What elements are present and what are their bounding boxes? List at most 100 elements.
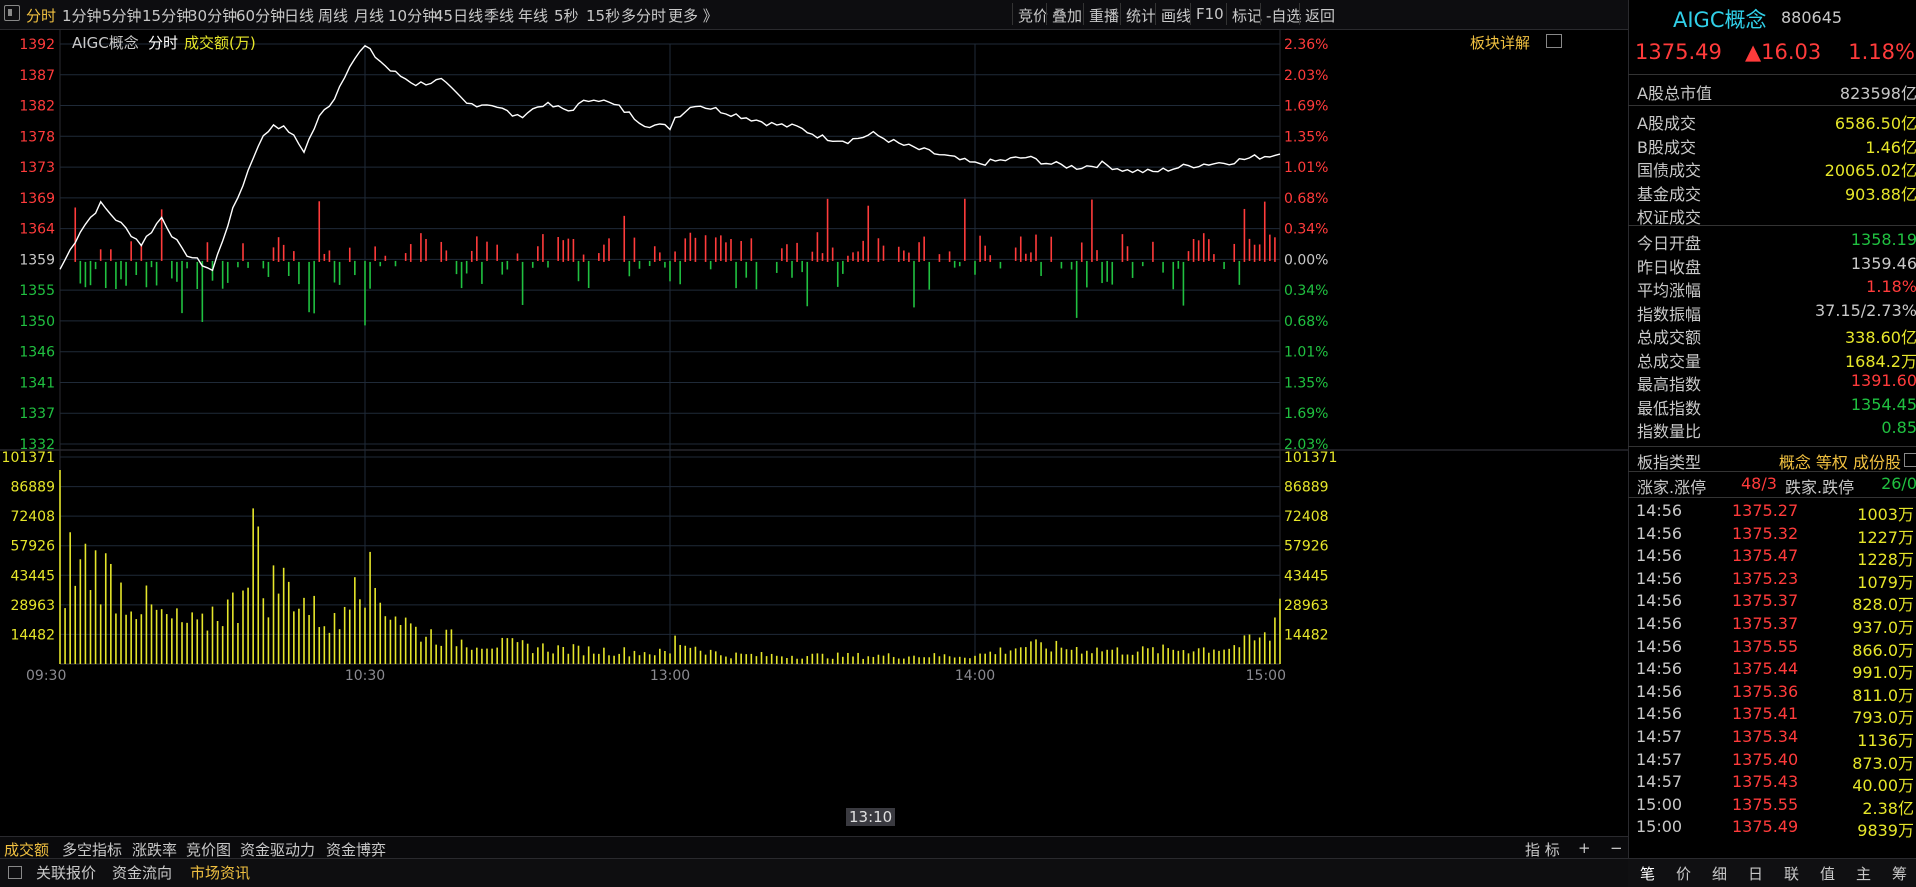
quote-tab[interactable]: 主 — [1856, 863, 1871, 884]
toolbar-button[interactable]: 返回 — [1305, 5, 1335, 26]
footer-tab[interactable]: 关联报价 — [36, 862, 96, 883]
indicator-tab[interactable]: 资金博弈 — [326, 839, 386, 860]
toolbar-button[interactable]: 统计 — [1126, 5, 1156, 26]
period-tab[interactable]: 季线 — [484, 5, 514, 26]
volume-tick-label: 57926 — [10, 539, 55, 555]
tick-row: 14:56 1375.27 1003万 — [1636, 501, 1916, 524]
toolbar-button[interactable]: 叠加 — [1052, 5, 1082, 26]
tick-volume: 40.00万 — [1852, 776, 1914, 796]
tick-price: 1375.49 — [1732, 817, 1799, 837]
sector-detail-link[interactable]: 板块详解 — [1470, 32, 1530, 53]
tick-price: 1375.37 — [1732, 591, 1799, 611]
stat-row: 今日开盘 1358.19 — [1637, 230, 1916, 253]
indicator-tab[interactable]: 多空指标 — [62, 839, 122, 860]
period-tab[interactable]: 日线 — [284, 5, 314, 26]
period-tab[interactable]: 15秒 — [586, 5, 620, 26]
footer-menu-icon[interactable] — [8, 866, 22, 879]
footer-tab[interactable]: 资金流向 — [112, 862, 172, 883]
panel-toggle-icon[interactable] — [1546, 34, 1562, 48]
pct-tick-label: 1.35% — [1284, 375, 1328, 391]
tick-row: 14:56 1375.47 1228万 — [1636, 546, 1916, 569]
toolbar-button[interactable]: 重播 — [1089, 5, 1119, 26]
tick-row: 14:56 1375.36 811.0万 — [1636, 681, 1916, 705]
type-value[interactable]: 概念 等权 成份股 — [1779, 449, 1901, 473]
pct-tick-label: 1.01% — [1284, 160, 1328, 176]
tick-row: 15:00 1375.49 9839万 — [1636, 817, 1916, 841]
toolbar-button[interactable]: F10 — [1196, 5, 1224, 23]
tick-row: 14:56 1375.44 991.0万 — [1636, 659, 1916, 682]
toolbar-button[interactable]: 竞价 — [1018, 5, 1048, 26]
toolbar-button[interactable]: -自选 — [1266, 5, 1301, 26]
toolbar-button[interactable]: 画线 — [1161, 5, 1191, 26]
zoom-in-button[interactable]: + — [1578, 839, 1591, 857]
indicator-label: 成交额(万) — [184, 34, 256, 52]
quote-tab[interactable]: 笔 — [1640, 863, 1655, 884]
tick-volume: 937.0万 — [1852, 618, 1914, 637]
quote-tab[interactable]: 价 — [1676, 863, 1691, 884]
turnover-row: B股成交 1.46亿 — [1637, 134, 1916, 157]
quote-tab[interactable]: 筹 — [1892, 863, 1907, 884]
quote-tab[interactable]: 值 — [1820, 863, 1835, 884]
zoom-out-button[interactable]: − — [1610, 839, 1623, 857]
footer-tab[interactable]: 市场资讯 — [190, 862, 250, 883]
tick-time: 14:56 — [1636, 681, 1683, 701]
period-tab[interactable]: 分时 — [26, 5, 56, 26]
stat-label: 指数量比 — [1637, 422, 1702, 441]
volume-tick-label: 43445 — [10, 568, 55, 584]
stat-value: 1391.60 — [1850, 371, 1916, 390]
price-tick-label: 1341 — [19, 375, 55, 391]
tick-price: 1375.23 — [1732, 568, 1799, 588]
volume-tick-label: 72408 — [10, 509, 55, 525]
stat-value: 338.60亿 — [1845, 328, 1916, 347]
tick-time: 15:00 — [1636, 817, 1683, 837]
indicator-tab[interactable]: 竞价图 — [186, 839, 231, 860]
period-tab[interactable]: 5分钟 — [102, 5, 142, 26]
toolbar-button[interactable]: 标记 — [1232, 5, 1262, 26]
type-expand-icon[interactable] — [1904, 453, 1916, 467]
period-tab[interactable]: 1分钟 — [62, 5, 102, 26]
stat-row: 指数量比 0.85 — [1637, 418, 1916, 441]
pct-tick-label: 1.01% — [1284, 345, 1328, 361]
period-tab[interactable]: 15分钟 — [142, 5, 191, 26]
period-tab[interactable]: 10分钟 — [388, 5, 437, 26]
indicator-tab[interactable]: 成交额 — [4, 839, 49, 860]
pct-tick-label: 1.35% — [1284, 129, 1328, 145]
period-tab[interactable]: 多分时 — [621, 5, 666, 26]
period-tab[interactable]: 更多 》 — [668, 5, 718, 26]
period-tab[interactable]: 5秒 — [554, 5, 579, 26]
period-tab[interactable]: 月线 — [354, 5, 384, 26]
tick-price: 1375.55 — [1732, 794, 1799, 814]
indicator-button[interactable]: 指 标 — [1525, 839, 1560, 860]
tick-time: 14:56 — [1636, 614, 1683, 633]
stat-value: 0.85 — [1881, 418, 1916, 437]
chart-canvas[interactable]: 1392 1387 1382 1378 1373 1369 1364 1359 1355 1350… — [0, 30, 1628, 830]
time-tick-label: 14:00 — [955, 668, 995, 684]
tick-row: 14:56 1375.23 1079万 — [1636, 568, 1916, 592]
period-toolbar: 分时 1分钟 5分钟 15分钟 30分钟 60分钟 日线 周线 月线 10分钟 45日线 季线 年线 5秒… — [0, 0, 1628, 30]
stat-row: 昨日收盘 1359.46 — [1637, 253, 1916, 277]
tick-volume: 9839万 — [1857, 821, 1914, 841]
stat-value: 1359.46 — [1850, 253, 1916, 273]
tick-volume: 811.0万 — [1852, 685, 1914, 705]
quote-tab[interactable]: 日 — [1748, 863, 1763, 884]
fall-label: 跌家.跌停 — [1785, 478, 1855, 497]
period-tab[interactable]: 30分钟 — [188, 5, 237, 26]
stat-label: 平均涨幅 — [1637, 281, 1702, 300]
indicator-tab[interactable]: 涨跌率 — [132, 839, 177, 860]
quote-tab[interactable]: 联 — [1784, 863, 1799, 884]
quote-tab[interactable]: 细 — [1712, 863, 1727, 884]
stat-row: 平均涨幅 1.18% — [1637, 277, 1916, 300]
menu-toggle-icon[interactable] — [4, 5, 20, 21]
period-tab[interactable]: 45日线 — [434, 5, 483, 26]
period-tab[interactable]: 年线 — [518, 5, 548, 26]
period-tab[interactable]: 周线 — [318, 5, 348, 26]
tick-row: 14:56 1375.37 937.0万 — [1636, 614, 1916, 637]
period-tab[interactable]: 60分钟 — [236, 5, 285, 26]
volume-tick-label: 101371 — [2, 450, 55, 466]
tick-time: 14:57 — [1636, 772, 1683, 792]
volume-tick-label: 28963 — [10, 598, 55, 614]
intraday-chart[interactable]: 1392 1387 1382 1378 1373 1369 1364 1359 1355 1350… — [0, 30, 1628, 830]
stat-row: 总成交额 338.60亿 — [1637, 324, 1916, 347]
index-name: AIGC概念 — [1673, 8, 1767, 32]
indicator-tab[interactable]: 资金驱动力 — [240, 839, 315, 860]
